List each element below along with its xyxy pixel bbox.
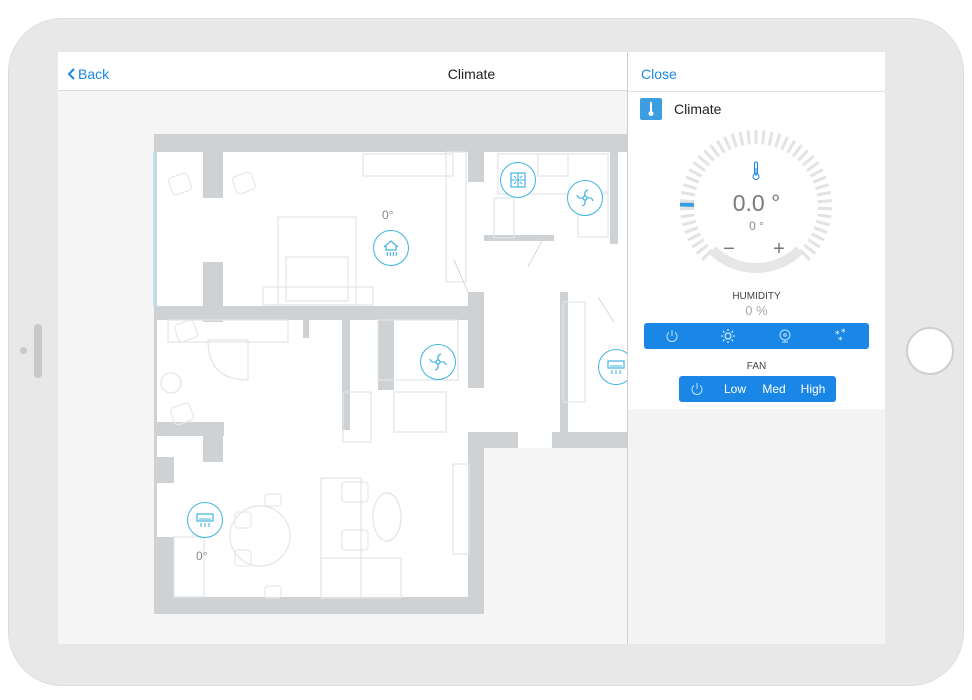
dial-tick: [692, 161, 706, 172]
dial-tick: [685, 175, 700, 184]
device-name: Climate: [674, 101, 722, 117]
dial-tick: [703, 149, 715, 162]
hallway-fan-device[interactable]: [420, 344, 456, 380]
ac-dining-value: 0°: [196, 549, 208, 563]
bathroom-fan-device[interactable]: [567, 180, 603, 216]
dial-tick: [746, 130, 751, 145]
current-temperature: 0.0 °: [732, 190, 781, 216]
floor-heating-icon: [383, 240, 399, 257]
mode-cool[interactable]: * * *: [813, 323, 869, 349]
dial-tick: [810, 232, 825, 242]
floor-plan-drawing: [153, 134, 627, 614]
back-label: Back: [78, 66, 110, 82]
dial-tick: [738, 131, 745, 146]
panel-divider: [628, 91, 885, 92]
panel-empty-area: [628, 409, 885, 644]
svg-text:*: *: [838, 336, 843, 344]
back-button[interactable]: Back: [67, 66, 109, 82]
decrease-button[interactable]: −: [721, 238, 737, 261]
air-conditioner-icon: [607, 360, 625, 374]
thermometer-icon: [648, 102, 654, 116]
thermometer-icon: [752, 161, 760, 180]
dial-tick: [797, 149, 809, 162]
device-badge: [640, 98, 662, 120]
dial-tick: [791, 144, 803, 158]
power-icon: [691, 383, 703, 395]
mode-heat[interactable]: [700, 323, 756, 349]
dial-tick: [809, 168, 824, 178]
climate-panel: Close Climate 0.0 ° 0 ° − + HUMIDITY 0 %: [628, 52, 885, 409]
dial-tick: [807, 238, 821, 249]
fan-medium[interactable]: Med: [755, 376, 793, 402]
dial-tick: [801, 155, 815, 167]
close-button[interactable]: Close: [641, 66, 677, 82]
dial-tick: [806, 161, 820, 172]
dial-tick: [761, 130, 766, 145]
dial-tick: [803, 243, 817, 255]
screen: Back Climate 0° 0° Close Climate 0.0 ° 0…: [58, 52, 885, 644]
fan-high[interactable]: High: [793, 376, 833, 402]
fan-icon: [779, 329, 791, 343]
dial-tick: [687, 232, 702, 242]
chevron-left-icon: [67, 68, 75, 80]
fan-icon: [576, 189, 594, 207]
dial-tick: [688, 168, 703, 178]
dial-tick: [697, 155, 711, 167]
fan-speed-selector: Low Med High: [679, 376, 836, 402]
increase-button[interactable]: +: [771, 238, 787, 261]
dial-tick: [715, 139, 726, 154]
ventilation-device[interactable]: [500, 162, 536, 198]
dial-tick: [767, 131, 774, 146]
air-conditioner-icon: [196, 513, 214, 527]
dial-tick: [709, 144, 721, 158]
fan-off[interactable]: [679, 376, 715, 402]
floor-heating-device[interactable]: [373, 230, 409, 266]
floor-plan: 0° 0°: [58, 92, 634, 644]
side-button: [34, 324, 42, 378]
fan-icon: [429, 353, 447, 371]
fan-low[interactable]: Low: [715, 376, 755, 402]
power-icon: [666, 330, 678, 342]
dial-tick: [774, 133, 782, 148]
target-temperature: 0 °: [749, 219, 764, 233]
nav-bar: [58, 52, 627, 91]
dial-tick: [691, 238, 705, 249]
dial-tick: [723, 136, 732, 151]
dial-tick: [786, 139, 797, 154]
dial-tick: [780, 136, 789, 151]
ac-dining-device[interactable]: [187, 502, 223, 538]
dial-tick: [682, 183, 697, 190]
home-button[interactable]: [906, 327, 954, 375]
fan-label: FAN: [746, 361, 767, 372]
sun-icon: [721, 329, 736, 343]
mode-off[interactable]: [644, 323, 700, 349]
mode-fan[interactable]: [757, 323, 813, 349]
dial-tick: [730, 133, 738, 148]
dial-tick: [695, 243, 709, 255]
dial-tick: [815, 183, 830, 190]
camera-dot: [20, 347, 27, 354]
ventilation-icon: [510, 172, 526, 188]
mode-selector: * * *: [644, 323, 869, 349]
humidity-value: 0 %: [745, 303, 768, 318]
dial-tick: [812, 175, 827, 184]
floor-heating-value: 0°: [382, 208, 394, 222]
snowflake-icon: * * *: [835, 328, 846, 344]
humidity-label: HUMIDITY: [732, 291, 781, 302]
